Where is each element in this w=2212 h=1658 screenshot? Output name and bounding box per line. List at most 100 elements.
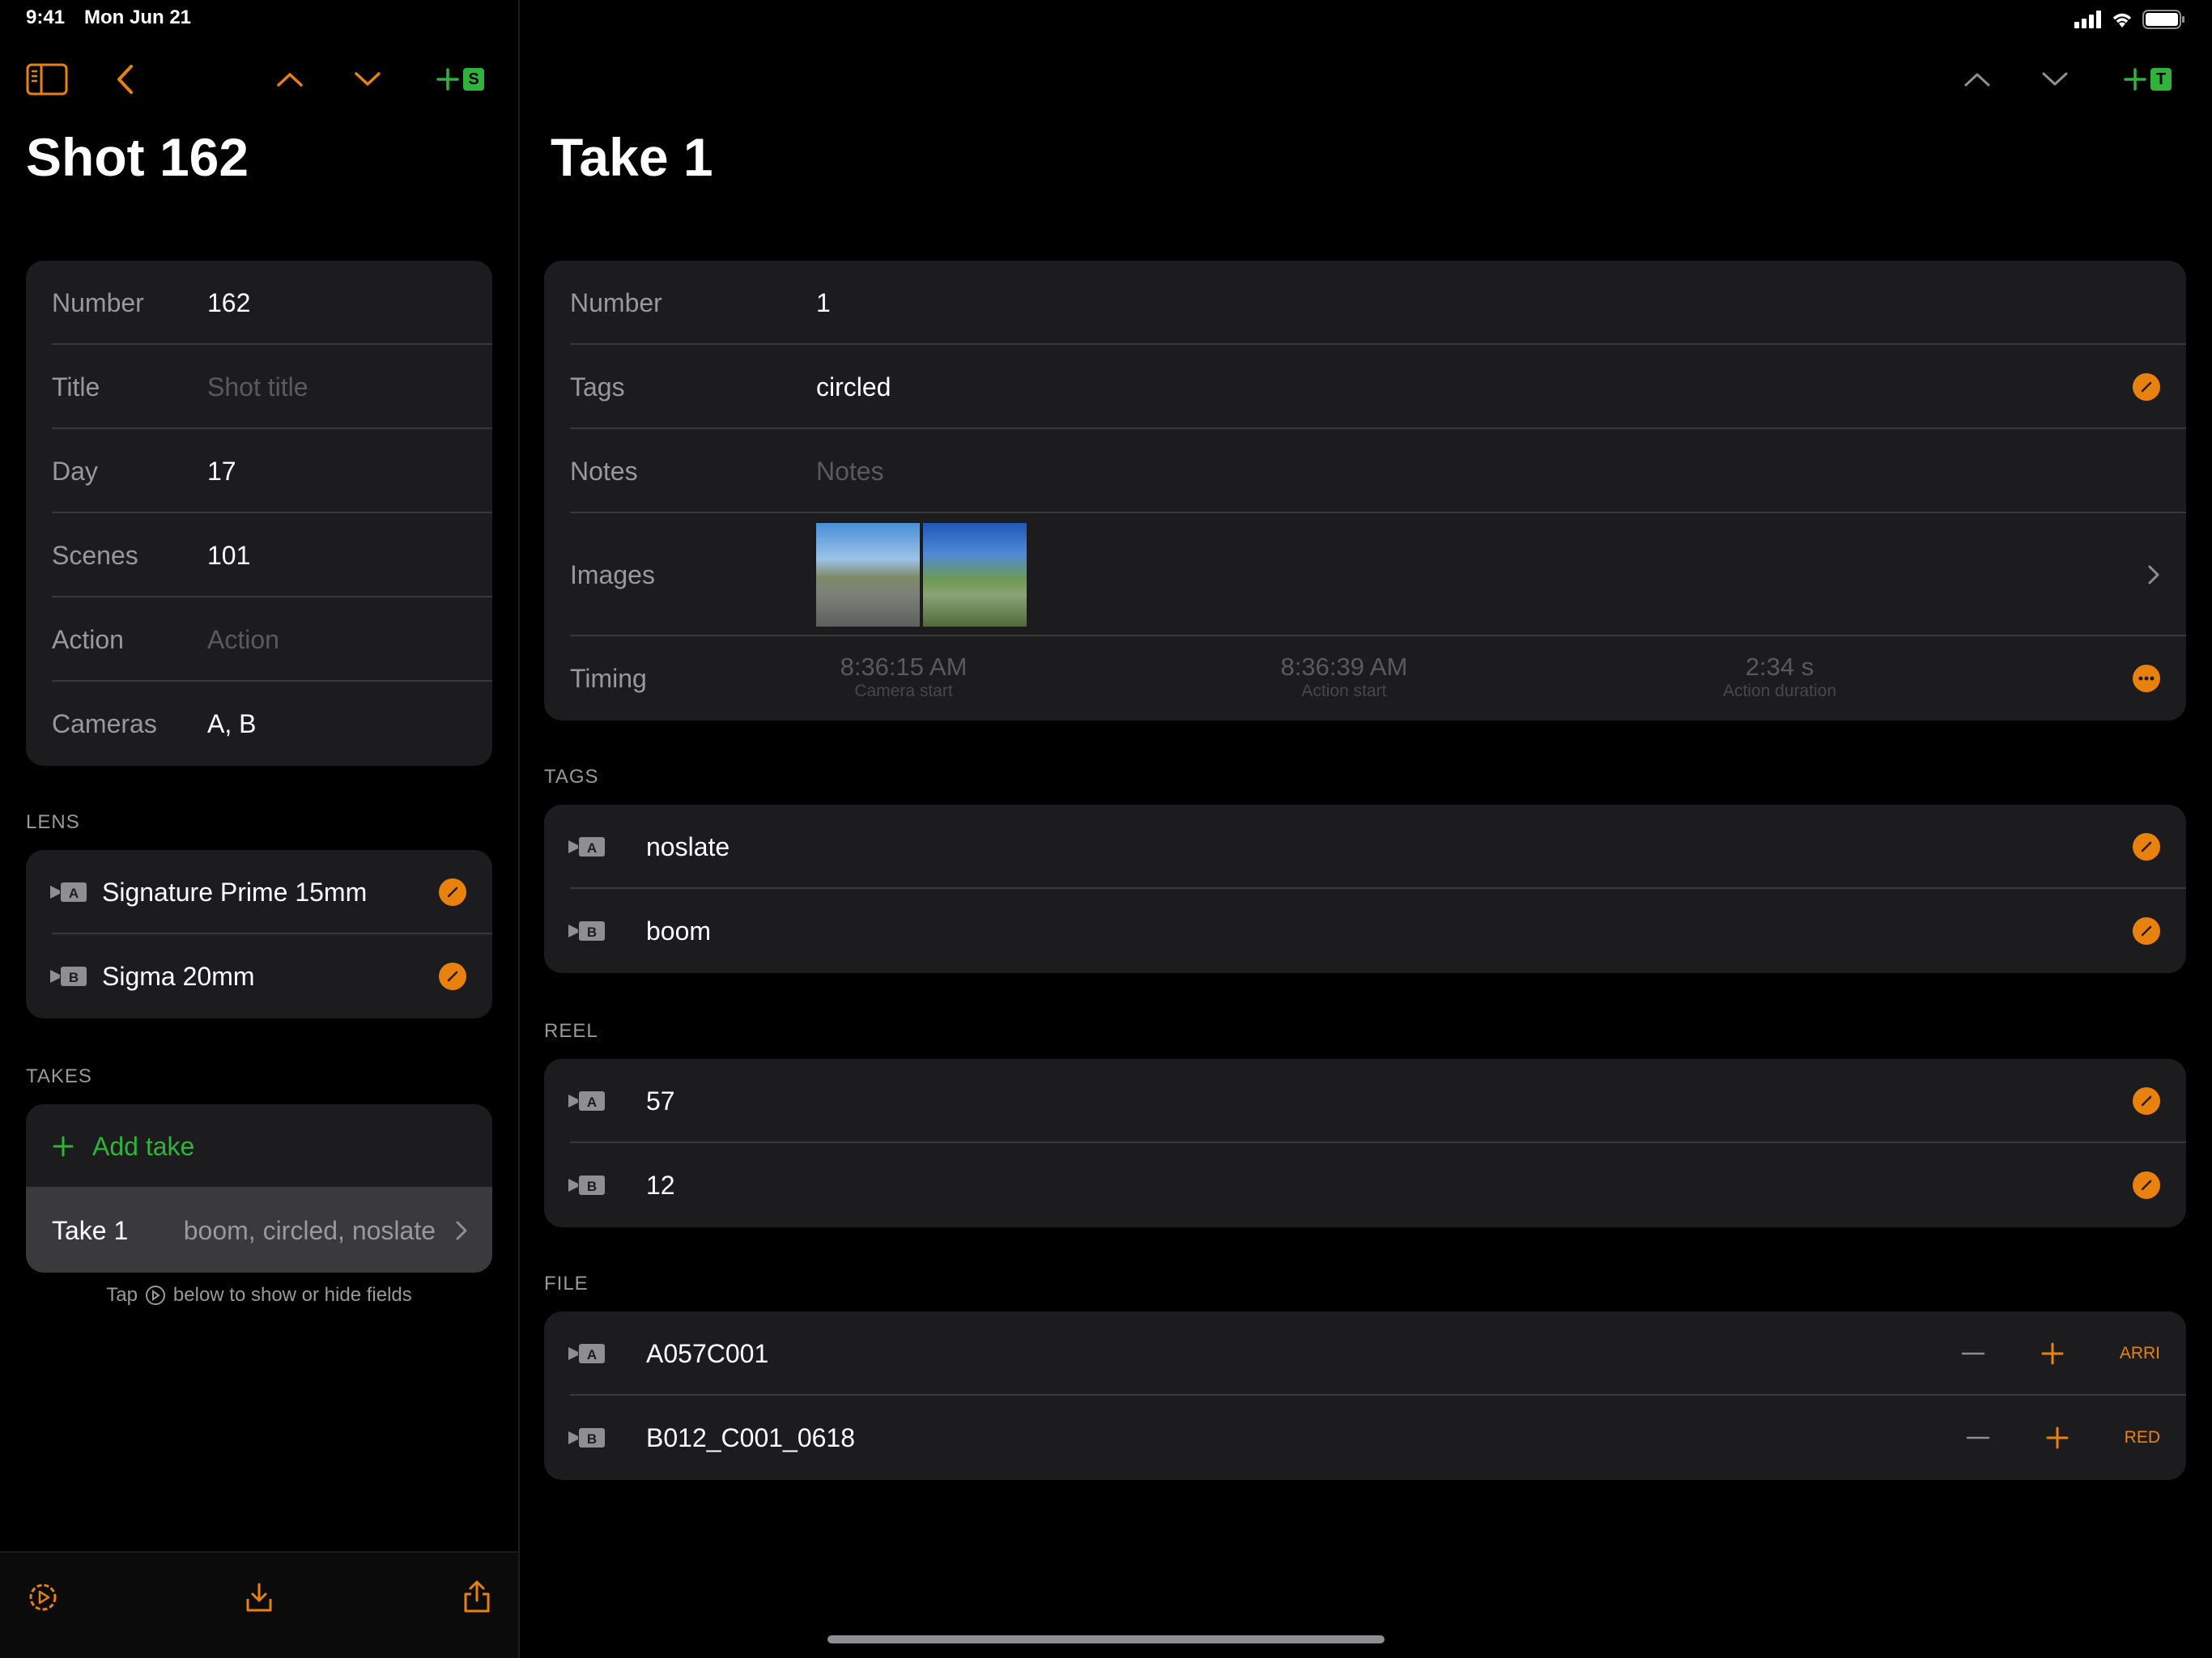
field-label: Scenes: [52, 540, 138, 570]
pencil-icon: [2141, 925, 2152, 937]
minus-icon[interactable]: [1961, 1351, 1985, 1356]
take-field-number[interactable]: Number 1: [544, 261, 2186, 345]
plus-icon: [2124, 68, 2146, 91]
edit-lens-button[interactable]: [439, 963, 466, 990]
action-input[interactable]: Action: [207, 625, 279, 655]
field-number[interactable]: Number 162: [26, 261, 492, 345]
file-section-header: FILE: [544, 1273, 589, 1295]
edit-lens-button[interactable]: [439, 878, 466, 906]
field-scenes[interactable]: Scenes 101: [26, 513, 492, 597]
svg-text:B: B: [587, 1179, 597, 1194]
field-label: Day: [52, 456, 98, 486]
file-format-label[interactable]: ARRI: [2120, 1344, 2160, 1363]
camera-b-icon: B: [568, 921, 605, 941]
edit-tag-button[interactable]: [2133, 917, 2160, 945]
title-input[interactable]: Shot title: [207, 372, 308, 402]
pencil-icon: [2141, 1095, 2152, 1107]
tag-row-a[interactable]: A noslate: [544, 805, 2186, 889]
back-button[interactable]: [110, 62, 139, 97]
sidebar-toggle-button[interactable]: [24, 62, 70, 97]
chevron-down-icon: [355, 72, 381, 86]
image-thumbnail[interactable]: [923, 523, 1027, 627]
reel-row-b[interactable]: B 12: [544, 1143, 2186, 1227]
field-value[interactable]: 17: [207, 457, 236, 487]
take-tags: boom, circled, noslate: [183, 1215, 436, 1245]
hint-text-before: Tap: [106, 1284, 138, 1306]
edit-reel-button[interactable]: [2133, 1087, 2160, 1115]
timing-value: 8:36:15 AM: [840, 653, 968, 681]
pencil-icon: [447, 971, 458, 982]
file-row-b[interactable]: B B012_C001_0618 RED: [544, 1396, 2186, 1480]
edit-reel-button[interactable]: [2133, 1171, 2160, 1199]
field-value[interactable]: 101: [207, 541, 250, 571]
plus-icon[interactable]: [2040, 1341, 2065, 1366]
field-value[interactable]: 162: [207, 288, 250, 318]
field-value[interactable]: 1: [816, 288, 831, 318]
timing-value: 8:36:39 AM: [1280, 653, 1408, 681]
gear-play-icon: [29, 1584, 57, 1611]
lens-row-a[interactable]: A Signature Prime 15mm: [26, 850, 492, 934]
field-day[interactable]: Day 17: [26, 429, 492, 513]
field-value[interactable]: A, B: [207, 709, 256, 739]
plus-icon[interactable]: [2045, 1426, 2069, 1450]
add-take-button[interactable]: Add take: [26, 1104, 492, 1188]
battery-icon: [2142, 10, 2184, 29]
edit-tags-button[interactable]: [2133, 373, 2160, 401]
split-divider: [518, 0, 520, 1658]
pencil-icon: [2141, 381, 2152, 393]
camera-start-time[interactable]: 8:36:15 AM Camera start: [798, 653, 1009, 701]
status-time: 9:41: [26, 6, 66, 28]
reel-row-a[interactable]: A 57: [544, 1059, 2186, 1143]
share-button[interactable]: [457, 1575, 497, 1618]
next-shot-button[interactable]: [350, 65, 385, 94]
svg-text:A: A: [587, 840, 597, 856]
field-action[interactable]: Action Action: [26, 597, 492, 682]
take-row[interactable]: Take 1 boom, circled, noslate: [26, 1188, 492, 1273]
file-format-label[interactable]: RED: [2125, 1428, 2160, 1448]
camera-a-icon: A: [568, 1091, 605, 1111]
notes-input[interactable]: Notes: [816, 457, 884, 487]
action-start-time[interactable]: 8:36:39 AM Action start: [1239, 653, 1449, 701]
field-label: Title: [52, 372, 100, 402]
fields-hint: Tap below to show or hide fields: [26, 1284, 492, 1307]
take-field-tags[interactable]: Tags circled: [544, 345, 2186, 429]
tag-row-b[interactable]: B boom: [544, 889, 2186, 973]
add-shot-button[interactable]: S: [431, 65, 489, 94]
reel-value: 12: [646, 1170, 675, 1200]
file-value[interactable]: A057C001: [646, 1339, 768, 1369]
timing-more-button[interactable]: [2133, 665, 2160, 692]
camera-a-icon: A: [568, 1344, 605, 1363]
file-row-a[interactable]: A A057C001 ARRI: [544, 1312, 2186, 1396]
lens-section-header: LENS: [26, 811, 80, 833]
add-take-toolbar-button[interactable]: T: [2118, 65, 2176, 94]
take-field-timing[interactable]: Timing 8:36:15 AM Camera start 8:36:39 A…: [544, 636, 2186, 721]
lens-name: Signature Prime 15mm: [102, 877, 368, 907]
tag-value: boom: [646, 916, 712, 946]
import-button[interactable]: [239, 1577, 279, 1618]
take-fields-card: Number 1 Tags circled Notes Notes Images…: [544, 261, 2186, 721]
settings-button[interactable]: [23, 1577, 63, 1618]
image-thumbnail[interactable]: [816, 523, 920, 627]
next-take-button[interactable]: [2037, 65, 2073, 94]
field-title[interactable]: Title Shot title: [26, 345, 492, 429]
file-value[interactable]: B012_C001_0618: [646, 1423, 855, 1453]
previous-take-button[interactable]: [1959, 65, 1995, 94]
share-icon: [464, 1580, 490, 1613]
minus-icon[interactable]: [1966, 1435, 1990, 1440]
take-badge: T: [2150, 68, 2172, 91]
camera-b-icon: B: [568, 1175, 605, 1195]
svg-text:B: B: [587, 1431, 597, 1447]
take-field-images[interactable]: Images: [544, 513, 2186, 636]
field-cameras[interactable]: Cameras A, B: [26, 682, 492, 766]
home-indicator[interactable]: [827, 1635, 1385, 1643]
chevron-up-icon: [277, 73, 303, 87]
edit-tag-button[interactable]: [2133, 833, 2160, 861]
previous-shot-button[interactable]: [272, 65, 308, 94]
tags-card: A noslate B boom: [544, 805, 2186, 973]
lens-row-b[interactable]: B Sigma 20mm: [26, 934, 492, 1018]
timing-caption: Action duration: [1722, 682, 1837, 700]
svg-text:A: A: [587, 1347, 597, 1363]
sidebar-icon: [26, 63, 68, 96]
action-duration[interactable]: 2:34 s Action duration: [1674, 653, 1885, 701]
take-field-notes[interactable]: Notes Notes: [544, 429, 2186, 513]
